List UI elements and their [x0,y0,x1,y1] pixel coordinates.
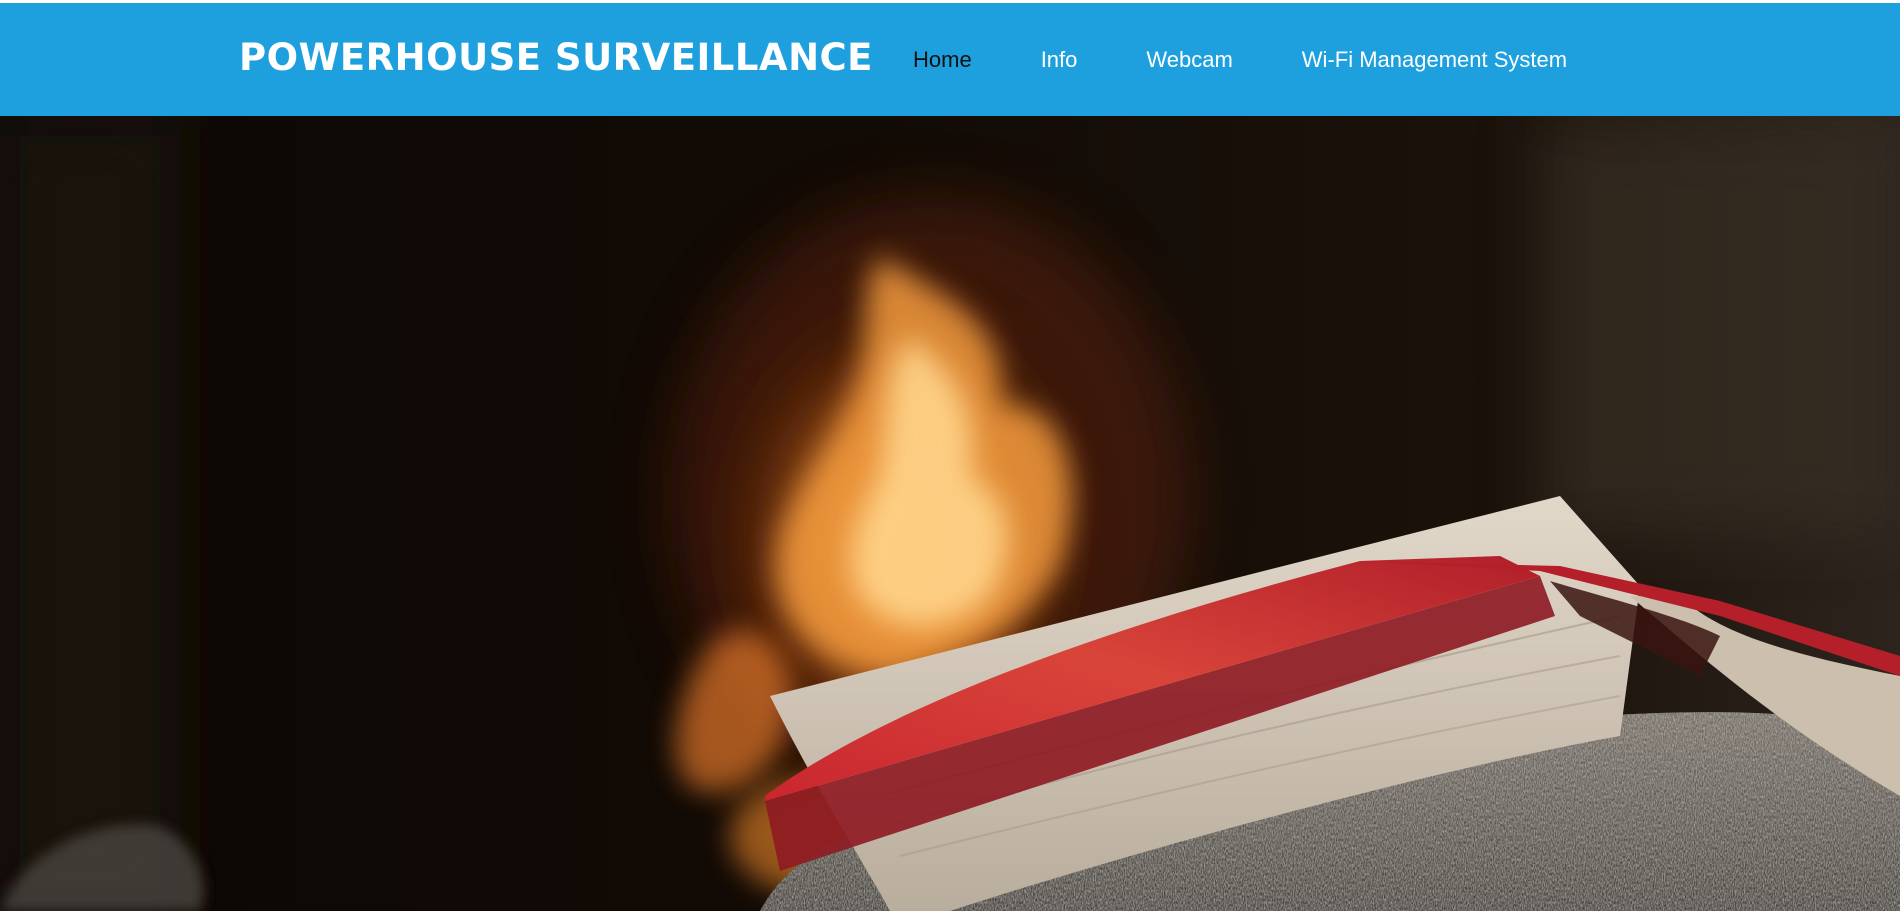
page: POWERHOUSE SURVEILLANCE Home Info Webcam… [0,0,1900,911]
nav-webcam[interactable]: Webcam [1146,47,1232,73]
nav-wifi-management[interactable]: Wi-Fi Management System [1302,47,1567,73]
main-nav: Home Info Webcam Wi-Fi Management System [913,47,1567,73]
brand-logo-link[interactable]: POWERHOUSE SURVEILLANCE [239,36,873,79]
navbar: POWERHOUSE SURVEILLANCE Home Info Webcam… [0,3,1900,116]
hero-banner [0,116,1900,911]
fireplace-book-image [0,116,1900,911]
nav-info[interactable]: Info [1041,47,1078,73]
nav-home[interactable]: Home [913,47,972,73]
